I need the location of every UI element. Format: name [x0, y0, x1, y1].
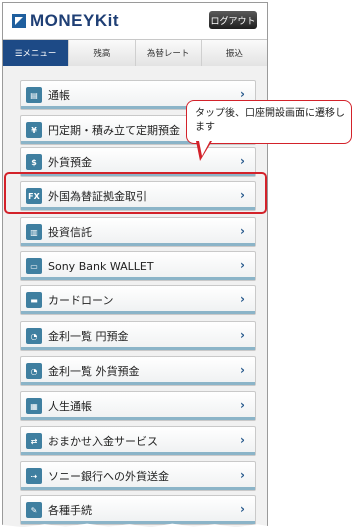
menu-item-label: 金利一覧 外貨預金 [48, 365, 140, 378]
main-tabs: ☰メニュー 残高 為替レート 振込 [3, 39, 267, 67]
auto-deposit-icon: ⇄ [26, 433, 42, 449]
passbook-icon: ▤ [26, 87, 42, 103]
menu-item-sony-bank-wallet[interactable]: ▭ Sony Bank WALLET › [20, 251, 256, 281]
callout-text: タップ後、口座開設画面に遷移します [195, 108, 345, 133]
logo-text: MONEYKit [30, 11, 119, 30]
menu-item-label: ソニー銀行への外貨送金 [48, 470, 169, 483]
menu-item-label: 通帳 [48, 89, 70, 102]
remittance-icon: ⇢ [26, 468, 42, 484]
tab-menu[interactable]: ☰メニュー [3, 40, 69, 66]
wallet-card-icon: ▭ [26, 258, 42, 274]
menu-item-auto-deposit[interactable]: ⇄ おまかせ入金サービス › [20, 426, 256, 456]
menu-item-investment-trust[interactable]: ▥ 投資信託 › [20, 217, 256, 247]
chevron-right-icon: › [240, 502, 245, 516]
tab-balance[interactable]: 残高 [68, 40, 135, 66]
chevron-right-icon: › [240, 433, 245, 447]
menu-item-rates-yen[interactable]: ◔ 金利一覧 円預金 › [20, 321, 256, 351]
loan-icon: ▬ [26, 292, 42, 308]
moneykit-logo: MONEYKit [12, 11, 119, 30]
menu-item-label: 金利一覧 円預金 [48, 330, 129, 343]
logo-mark-icon [12, 14, 26, 28]
menu-item-rates-foreign[interactable]: ◔ 金利一覧 外貨預金 › [20, 356, 256, 386]
chevron-right-icon: › [240, 292, 245, 306]
dollar-icon: $ [26, 154, 42, 170]
chevron-right-icon: › [240, 398, 245, 412]
menu-item-life-passbook[interactable]: ▦ 人生通帳 › [20, 391, 256, 421]
tab-transfer[interactable]: 振込 [200, 40, 267, 66]
menu-item-card-loan[interactable]: ▬ カードローン › [20, 285, 256, 315]
menu-item-label: 円定期・積み立て定期預金 [48, 124, 180, 137]
chevron-right-icon: › [240, 154, 245, 168]
chart-icon: ▥ [26, 224, 42, 240]
menu-item-label: カードローン [48, 294, 114, 307]
menu-item-label: Sony Bank WALLET [48, 259, 154, 273]
procedures-icon: ✎ [26, 502, 42, 518]
menu-item-label: おまかせ入金サービス [48, 435, 158, 448]
logout-button[interactable]: ログアウト [209, 11, 257, 29]
menu-item-label: 投資信託 [48, 226, 92, 239]
menu-item-label: 外貨預金 [48, 156, 92, 169]
menu-item-label: 人生通帳 [48, 400, 92, 413]
app-header: MONEYKit ログアウト [3, 3, 267, 37]
menu-item-procedures[interactable]: ✎ 各種手続 › [20, 495, 256, 525]
callout-bubble: タップ後、口座開設画面に遷移します [186, 100, 352, 144]
rate-foreign-icon: ◔ [26, 363, 42, 379]
phone-screen: MONEYKit ログアウト ☰メニュー 残高 為替レート 振込 ▤ 通帳 › … [2, 2, 268, 527]
chevron-right-icon: › [240, 468, 245, 482]
menu-item-label: 各種手続 [48, 504, 92, 517]
chevron-right-icon: › [240, 224, 245, 238]
menu-item-foreign-remittance[interactable]: ⇢ ソニー銀行への外貨送金 › [20, 461, 256, 491]
rate-yen-icon: ◔ [26, 328, 42, 344]
tab-exchange-rate[interactable]: 為替レート [134, 40, 201, 66]
life-book-icon: ▦ [26, 398, 42, 414]
yen-icon: ¥ [26, 122, 42, 138]
chevron-right-icon: › [240, 87, 245, 101]
chevron-right-icon: › [240, 328, 245, 342]
fx-highlight-box [4, 172, 267, 214]
chevron-right-icon: › [240, 363, 245, 377]
chevron-right-icon: › [240, 258, 245, 272]
